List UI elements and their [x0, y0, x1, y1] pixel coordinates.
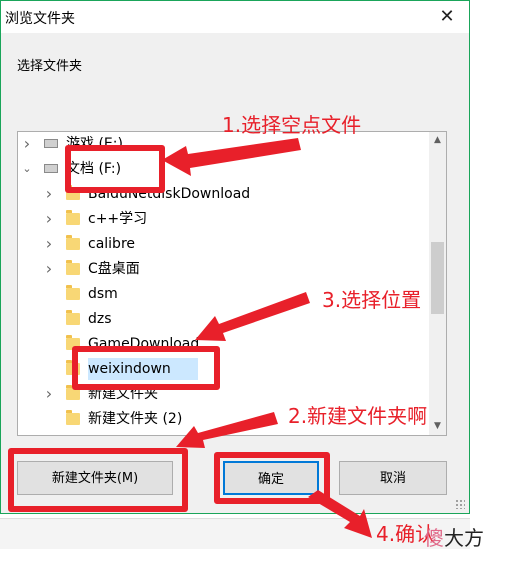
watermark-rest: 大方	[444, 526, 484, 550]
annotation-step2: 2.新建文件夹啊	[288, 404, 428, 428]
arrow-step1	[162, 138, 301, 176]
annotation-arrows	[162, 138, 372, 538]
arrow-step4	[308, 490, 372, 538]
arrow-step2	[176, 412, 278, 448]
annotation-step3: 3.选择位置	[322, 288, 422, 312]
arrow-step3	[195, 292, 310, 341]
watermark-first-char: 傻	[424, 526, 444, 550]
watermark: 傻大方	[424, 522, 484, 551]
annotation-step1: 1.选择空点文件	[222, 113, 362, 137]
